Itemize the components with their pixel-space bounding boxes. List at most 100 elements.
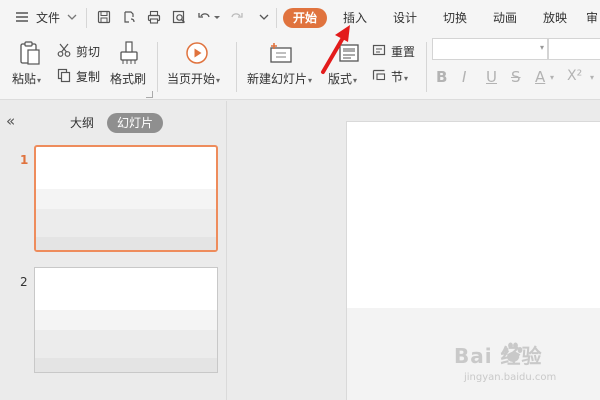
- chevron-down-icon: ▾: [539, 43, 544, 52]
- print-icon[interactable]: [146, 9, 162, 25]
- new-slide-button[interactable]: 新建幻灯片▾: [244, 40, 320, 88]
- format-painter-button[interactable]: 格式刷: [108, 40, 150, 88]
- chevron-down-icon[interactable]: [212, 9, 222, 25]
- thumb-band: [35, 358, 217, 372]
- chevron-down-icon[interactable]: ▾: [550, 73, 554, 82]
- strikethrough-button[interactable]: S: [511, 68, 521, 86]
- slide-panel: « 大纲 幻灯片 1 2: [0, 101, 227, 400]
- reset-button[interactable]: 重置: [371, 42, 421, 60]
- copy-button[interactable]: 复制: [56, 67, 104, 85]
- tab-review-label: 审: [586, 11, 599, 25]
- chevron-down-icon: ▾: [216, 76, 221, 85]
- layout-icon: [336, 40, 362, 69]
- bold-button[interactable]: B: [436, 68, 447, 86]
- copy-icon: [56, 67, 72, 86]
- paste-icon: [18, 40, 42, 69]
- tab-home-label: 开始: [292, 11, 317, 25]
- slide-thumbnail[interactable]: [34, 145, 218, 252]
- redo-icon[interactable]: [229, 9, 245, 25]
- new-slide-label-group: 新建幻灯片▾: [247, 70, 312, 87]
- tab-slides[interactable]: 幻灯片: [107, 113, 163, 133]
- divider: [86, 8, 87, 28]
- thumb-band: [36, 189, 216, 209]
- section-button[interactable]: 节▾: [371, 67, 421, 85]
- collapse-icon[interactable]: «: [6, 113, 15, 129]
- chevron-down-icon: ▾: [37, 76, 42, 85]
- divider: [236, 42, 237, 92]
- layout-label: 版式: [328, 72, 353, 86]
- paw-icon: [500, 340, 526, 369]
- print-preview-icon[interactable]: [171, 9, 187, 25]
- undo-icon[interactable]: [196, 9, 212, 25]
- tab-transitions[interactable]: 切换: [436, 8, 474, 28]
- layout-button[interactable]: 版式▾: [326, 40, 366, 88]
- cut-icon: [56, 42, 72, 61]
- underline-button[interactable]: U: [486, 68, 497, 86]
- format-painter-label: 格式刷: [110, 72, 147, 86]
- chevron-down-icon: ▾: [404, 74, 409, 83]
- tab-outline[interactable]: 大纲: [62, 113, 102, 133]
- font-size-select[interactable]: [548, 38, 600, 60]
- tab-slideshow[interactable]: 放映: [536, 8, 574, 28]
- tab-outline-label: 大纲: [69, 116, 94, 130]
- divider: [426, 42, 427, 92]
- thumb-band: [35, 310, 217, 330]
- from-current-slide-button[interactable]: 当页开始▾: [166, 40, 228, 88]
- tab-review[interactable]: 审: [586, 8, 600, 28]
- tab-transitions-label: 切换: [442, 11, 467, 25]
- superscript-button[interactable]: X²: [567, 68, 582, 84]
- tab-insert-label: 插入: [342, 11, 367, 25]
- tab-slides-label: 幻灯片: [116, 116, 153, 130]
- file-menu[interactable]: 文件: [36, 9, 60, 27]
- chevron-down-icon: ▾: [308, 76, 313, 85]
- cut-label: 剪切: [76, 45, 101, 59]
- cut-button[interactable]: 剪切: [56, 42, 104, 60]
- slide-number: 1: [20, 153, 29, 167]
- tab-slideshow-label: 放映: [542, 11, 567, 25]
- section-label-group: 节▾: [391, 68, 408, 85]
- format-painter-icon: [117, 40, 141, 69]
- more-icon[interactable]: [256, 9, 272, 25]
- section-icon: [371, 67, 387, 86]
- thumb-band: [36, 237, 216, 250]
- divider: [157, 42, 158, 92]
- tab-design[interactable]: 设计: [386, 8, 424, 28]
- thumb-band: [35, 330, 217, 358]
- tab-animations-label: 动画: [492, 11, 517, 25]
- slide-number: 2: [20, 275, 28, 289]
- chevron-down-icon[interactable]: ▾: [590, 73, 594, 82]
- paste-label-group: 粘贴▾: [12, 70, 41, 87]
- from-current-label-group: 当页开始▾: [167, 70, 220, 87]
- paste-button[interactable]: 粘贴▾: [10, 40, 50, 88]
- watermark-url: jingyan.baidu.com: [464, 372, 557, 383]
- section-label: 节: [391, 70, 404, 84]
- menu-bar: 文件 开始 插入 设计 切换 动画 放映 审: [0, 0, 600, 36]
- new-slide-icon: [268, 40, 294, 69]
- chevron-down-icon: ▾: [353, 76, 358, 85]
- group-expand-icon[interactable]: [146, 91, 153, 98]
- thumb-band: [36, 209, 216, 237]
- font-color-button[interactable]: A: [535, 68, 545, 86]
- tab-insert[interactable]: 插入: [336, 8, 374, 28]
- new-slide-label: 新建幻灯片: [247, 72, 308, 86]
- tab-animations[interactable]: 动画: [486, 8, 524, 28]
- paste-label: 粘贴: [12, 72, 37, 86]
- italic-button[interactable]: I: [462, 68, 466, 86]
- reset-label: 重置: [391, 45, 416, 59]
- font-name-select[interactable]: ▾: [432, 38, 548, 60]
- layout-label-group: 版式▾: [328, 70, 357, 87]
- from-current-label: 当页开始: [167, 72, 216, 86]
- tab-design-label: 设计: [392, 11, 417, 25]
- copy-label: 复制: [76, 70, 101, 84]
- file-menu-label: 文件: [36, 11, 61, 25]
- menu-icon[interactable]: [14, 9, 30, 25]
- export-pdf-icon[interactable]: [121, 9, 137, 25]
- tab-home[interactable]: 开始: [283, 8, 327, 28]
- chevron-down-icon[interactable]: [64, 9, 80, 25]
- reset-icon: [371, 42, 387, 61]
- save-icon[interactable]: [96, 9, 112, 25]
- slide-thumbnail[interactable]: [34, 267, 218, 373]
- divider: [276, 8, 277, 28]
- play-icon: [185, 40, 209, 69]
- watermark-brand: Bai 经验: [454, 344, 543, 368]
